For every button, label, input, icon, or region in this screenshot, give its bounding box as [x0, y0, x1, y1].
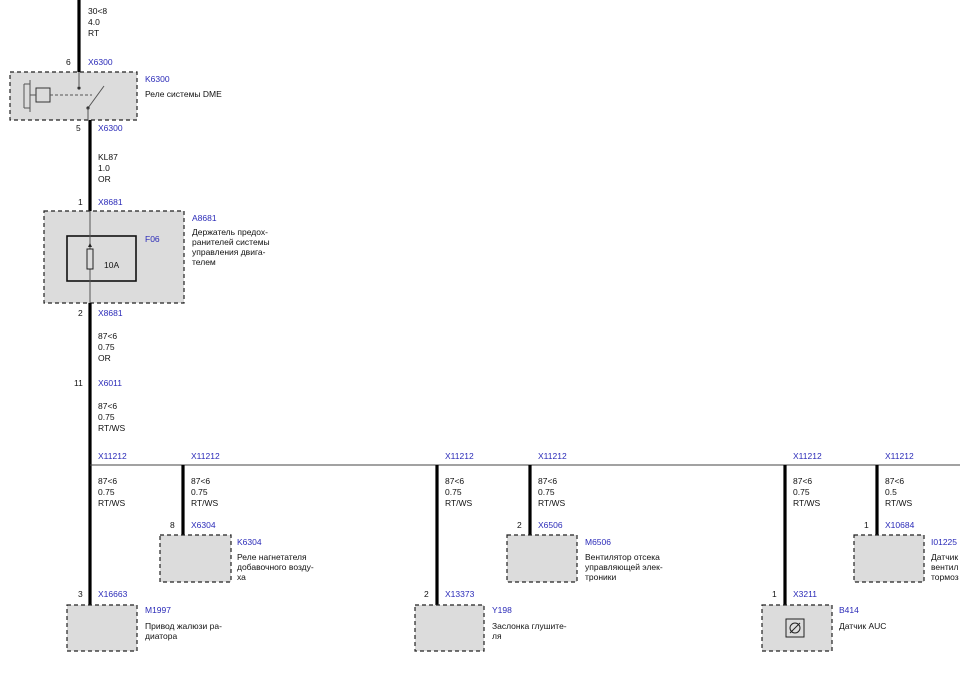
component-k6304-box[interactable] [159, 534, 232, 583]
fuse-holder-id[interactable]: A8681 [192, 213, 217, 223]
relay-conn-in[interactable]: X6300 [88, 57, 113, 67]
component-id[interactable]: K6304 [237, 537, 262, 547]
wire-feed-color: RT [88, 28, 99, 38]
relay-id[interactable]: K6300 [145, 74, 170, 84]
component-id[interactable]: I01225 [931, 537, 957, 547]
wire-fuse-out-signal: 87<6 [98, 331, 117, 341]
wire-fuse-out-size: 0.75 [98, 342, 115, 352]
relay-name: Реле системы DME [145, 89, 222, 99]
branch-conn[interactable]: X10684 [885, 520, 915, 530]
branch-signal: 87<6 [885, 476, 904, 486]
branch-signal: 87<6 [191, 476, 210, 486]
fuse-holder-name-line: управления двига- [192, 247, 266, 257]
branch-color: RT/WS [793, 498, 821, 508]
branch-size: 0.75 [191, 487, 208, 497]
component-name-line: управляющей элек- [585, 562, 663, 572]
branch-size: 0.75 [445, 487, 462, 497]
branch-pin: 3 [78, 589, 83, 599]
fuse-id[interactable]: F06 [145, 234, 160, 244]
component-y198-box[interactable] [414, 604, 485, 652]
branch-splice[interactable]: X11212 [98, 451, 127, 461]
branch-signal: 87<6 [445, 476, 464, 486]
component-name-line: ха [237, 572, 246, 582]
component-name-line: Датчик AUC [839, 621, 886, 631]
relay-pin-out: 5 [76, 123, 81, 133]
branch-color: RT/WS [98, 498, 126, 508]
wire-bus-size: 0.75 [98, 412, 115, 422]
branch-splice[interactable]: X11212 [885, 451, 914, 461]
component-name-line: Датчик [931, 552, 958, 562]
branch-splice[interactable]: X11212 [793, 451, 822, 461]
fuse-holder-name-line: ранителей системы [192, 237, 270, 247]
branch-conn[interactable]: X13373 [445, 589, 475, 599]
branch-color: RT/WS [445, 498, 473, 508]
component-name-line: добавочного возду- [237, 562, 314, 572]
branch-size: 0.75 [793, 487, 810, 497]
wiring-diagram: 30<8 4.0 RT 6 X6300 K6300 Реле системы D… [9, 0, 960, 652]
component-i01225-box[interactable] [853, 534, 925, 583]
component-name-line: вентил [931, 562, 958, 572]
fuse-rating: 10A [104, 260, 119, 270]
branch-signal: 87<6 [98, 476, 117, 486]
wire-kl87-signal: KL87 [98, 152, 118, 162]
branch-color: RT/WS [885, 498, 913, 508]
branch-pin: 2 [517, 520, 522, 530]
component-id[interactable]: B414 [839, 605, 859, 615]
component-name-line: Вентилятор отсека [585, 552, 660, 562]
fuse-holder-conn-out[interactable]: X8681 [98, 308, 123, 318]
fuse-holder-name-line: телем [192, 257, 216, 267]
fuse-holder-conn-in[interactable]: X8681 [98, 197, 123, 207]
relay-k6300-box[interactable] [9, 71, 138, 121]
component-name-line: Привод жалюзи ра- [145, 621, 222, 631]
branch-size: 0.75 [98, 487, 115, 497]
component-name-line: Заслонка глушите- [492, 621, 567, 631]
branch-splice[interactable]: X11212 [191, 451, 220, 461]
branch-pin: 1 [864, 520, 869, 530]
splice-pin: 11 [74, 378, 83, 388]
branch-conn[interactable]: X3211 [793, 589, 817, 599]
fuse-holder-pin-in: 1 [78, 197, 83, 207]
fuse-holder-pin-out: 2 [78, 308, 83, 318]
branch-m6506: X11212 87<6 0.75 RT/WS 2 X6506 M6506 Вен… [506, 451, 663, 583]
branch-color: RT/WS [538, 498, 566, 508]
branch-size: 0.75 [538, 487, 555, 497]
branch-splice[interactable]: X11212 [538, 451, 567, 461]
splice-conn[interactable]: X6011 [98, 378, 122, 388]
component-name-line: Реле нагнетателя [237, 552, 307, 562]
branch-conn[interactable]: X16663 [98, 589, 128, 599]
component-name-line: троники [585, 572, 617, 582]
branch-color: RT/WS [191, 498, 219, 508]
branch-signal: 87<6 [793, 476, 812, 486]
branch-pin: 1 [772, 589, 777, 599]
branch-size: 0.5 [885, 487, 897, 497]
branch-signal: 87<6 [538, 476, 557, 486]
relay-pin-in: 6 [66, 57, 71, 67]
component-name-line: ля [492, 631, 502, 641]
branch-k6304: X11212 87<6 0.75 RT/WS 8 X6304 K6304 Рел… [159, 451, 314, 583]
wire-bus-signal: 87<6 [98, 401, 117, 411]
wire-fuse-out-color: OR [98, 353, 111, 363]
component-m6506-box[interactable] [506, 534, 578, 583]
component-id[interactable]: M1997 [145, 605, 171, 615]
component-id[interactable]: M6506 [585, 537, 611, 547]
wire-feed-size: 4.0 [88, 17, 100, 27]
branch-pin: 8 [170, 520, 175, 530]
wire-kl87-size: 1.0 [98, 163, 110, 173]
component-id[interactable]: Y198 [492, 605, 512, 615]
branch-pin: 2 [424, 589, 429, 599]
component-m1997-box[interactable] [66, 604, 138, 652]
fuse-holder-name-line: Держатель предох- [192, 227, 268, 237]
relay-conn-out[interactable]: X6300 [98, 123, 123, 133]
branch-splice[interactable]: X11212 [445, 451, 474, 461]
wire-bus-color: RT/WS [98, 423, 126, 433]
wire-feed-signal: 30<8 [88, 6, 107, 16]
sensor-icon [785, 618, 805, 638]
fuse-f06-box[interactable] [66, 235, 137, 282]
branch-conn[interactable]: X6304 [191, 520, 216, 530]
wire-kl87-color: OR [98, 174, 111, 184]
component-name-line: диатора [145, 631, 178, 641]
component-name-line: тормоз [931, 572, 959, 582]
branch-conn[interactable]: X6506 [538, 520, 563, 530]
branch-i01225: X11212 87<6 0.5 RT/WS 1 X10684 I01225 Да… [853, 451, 959, 583]
